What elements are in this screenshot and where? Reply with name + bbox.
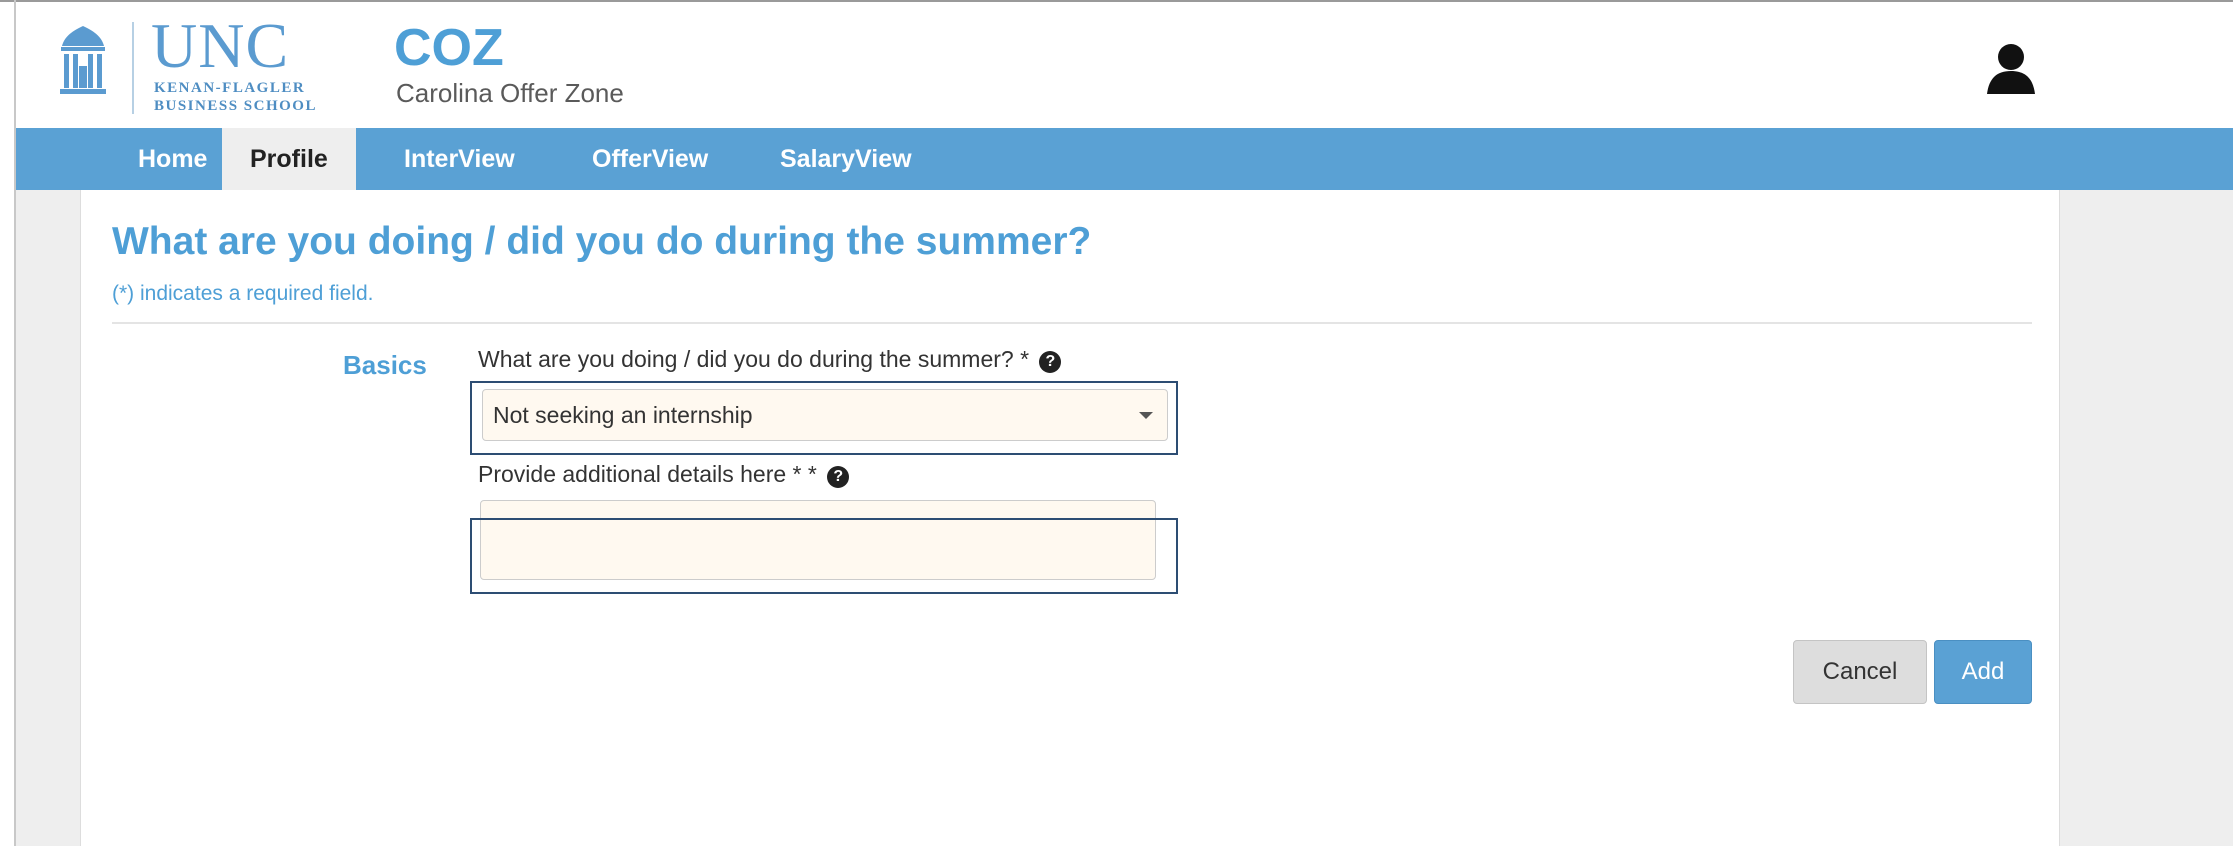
unc-logo[interactable]: UNC KENAN-FLAGLER BUSINESS SCHOOL — [58, 14, 378, 117]
details-label-text: Provide additional details here * * — [478, 461, 817, 487]
title-divider — [112, 322, 2032, 324]
logo-school-line2: BUSINESS SCHOOL — [154, 98, 317, 114]
app-window: UNC KENAN-FLAGLER BUSINESS SCHOOL COZ Ca… — [0, 0, 2233, 846]
page-title: What are you doing / did you do during t… — [112, 220, 1092, 263]
app-subtitle: Carolina Offer Zone — [396, 78, 624, 108]
old-well-icon — [60, 26, 106, 94]
cancel-button[interactable]: Cancel — [1793, 640, 1927, 704]
summer-activity-label-text: What are you doing / did you do during t… — [478, 346, 1030, 372]
summer-activity-label: What are you doing / did you do during t… — [478, 346, 1062, 373]
logo-school-line1: KENAN-FLAGLER — [154, 80, 306, 96]
main-nav: Home Profile InterView OfferView SalaryV… — [16, 128, 2233, 190]
section-label-basics: Basics — [343, 350, 427, 380]
question-circle-icon[interactable]: ? — [827, 466, 850, 488]
summer-activity-selected-value: Not seeking an internship — [493, 402, 753, 428]
user-icon[interactable] — [1983, 40, 2039, 96]
caret-down-icon — [1139, 412, 1153, 419]
tab-home[interactable]: Home — [110, 128, 235, 190]
summer-activity-focus-outline: Not seeking an internship — [470, 381, 1178, 455]
required-field-note: (*) indicates a required field. — [112, 282, 374, 305]
summer-activity-select[interactable]: Not seeking an internship — [482, 389, 1168, 441]
tab-profile[interactable]: Profile — [222, 128, 356, 190]
tab-salaryview[interactable]: SalaryView — [752, 128, 940, 190]
app-title[interactable]: COZ — [394, 20, 504, 76]
tab-interview[interactable]: InterView — [376, 128, 543, 190]
window-left-border — [14, 0, 16, 846]
add-button[interactable]: Add — [1934, 640, 2032, 704]
tab-offerview[interactable]: OfferView — [564, 128, 736, 190]
logo-divider — [132, 22, 134, 114]
logo-wordmark: UNC — [151, 10, 290, 81]
details-focus-outline — [470, 518, 1178, 594]
details-label: Provide additional details here * * ? — [478, 461, 850, 488]
question-circle-icon[interactable]: ? — [1039, 351, 1062, 373]
